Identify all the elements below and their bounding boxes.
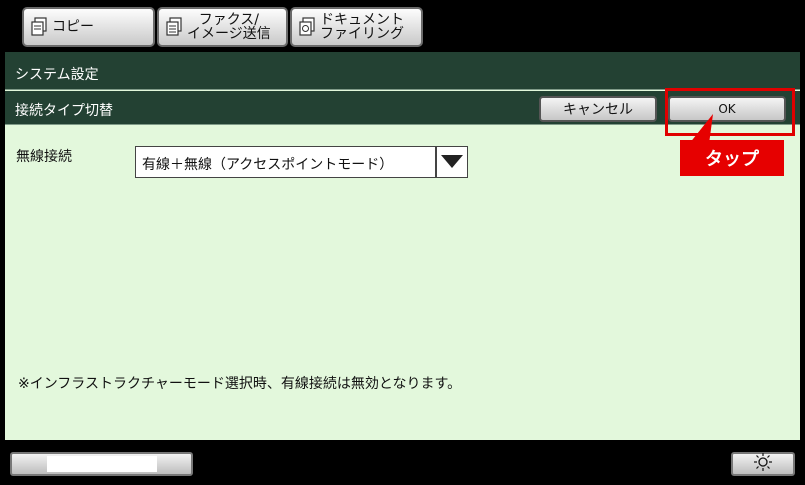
tab-copy-label: コピー — [52, 19, 94, 35]
tab-fax-label-line2: イメージ送信 — [187, 26, 271, 42]
sun-icon — [754, 453, 772, 475]
brightness-button[interactable] — [731, 452, 795, 476]
connection-type-value: 有線＋無線（アクセスポイントモード） — [142, 157, 394, 173]
page-title: システム設定 — [15, 67, 99, 83]
tab-copy[interactable]: コピー — [22, 7, 155, 47]
tab-fax-label: ファクス/ イメージ送信 — [187, 13, 271, 41]
tab-doc-label-line2: ファイリング — [320, 26, 404, 42]
dropdown-arrow-icon[interactable] — [435, 147, 467, 177]
tab-document-filing[interactable]: ドキュメント ファイリング — [290, 7, 423, 47]
tap-annotation: タップ — [680, 140, 784, 176]
settings-panel: システム設定 接続タイプ切替 キャンセル OK タップ 無線接続 有線＋無線（ア… — [5, 52, 800, 440]
fax-icon — [165, 17, 183, 37]
copy-icon — [30, 17, 48, 37]
document-filing-icon — [298, 17, 316, 37]
wireless-connection-label: 無線接続 — [16, 149, 72, 165]
header-bar: システム設定 — [5, 52, 800, 90]
status-display-area — [47, 456, 157, 472]
connection-type-select[interactable]: 有線＋無線（アクセスポイントモード） — [135, 146, 468, 178]
tab-fax-image-send[interactable]: ファクス/ イメージ送信 — [157, 7, 288, 47]
section-title: 接続タイプ切替 — [15, 103, 113, 119]
status-bar-button[interactable] — [10, 452, 193, 476]
tab-document-filing-label: ドキュメント ファイリング — [320, 13, 404, 41]
mode-note: ※インフラストラクチャーモード選択時、有線接続は無効となります。 — [18, 376, 462, 392]
cancel-button[interactable]: キャンセル — [539, 96, 657, 122]
